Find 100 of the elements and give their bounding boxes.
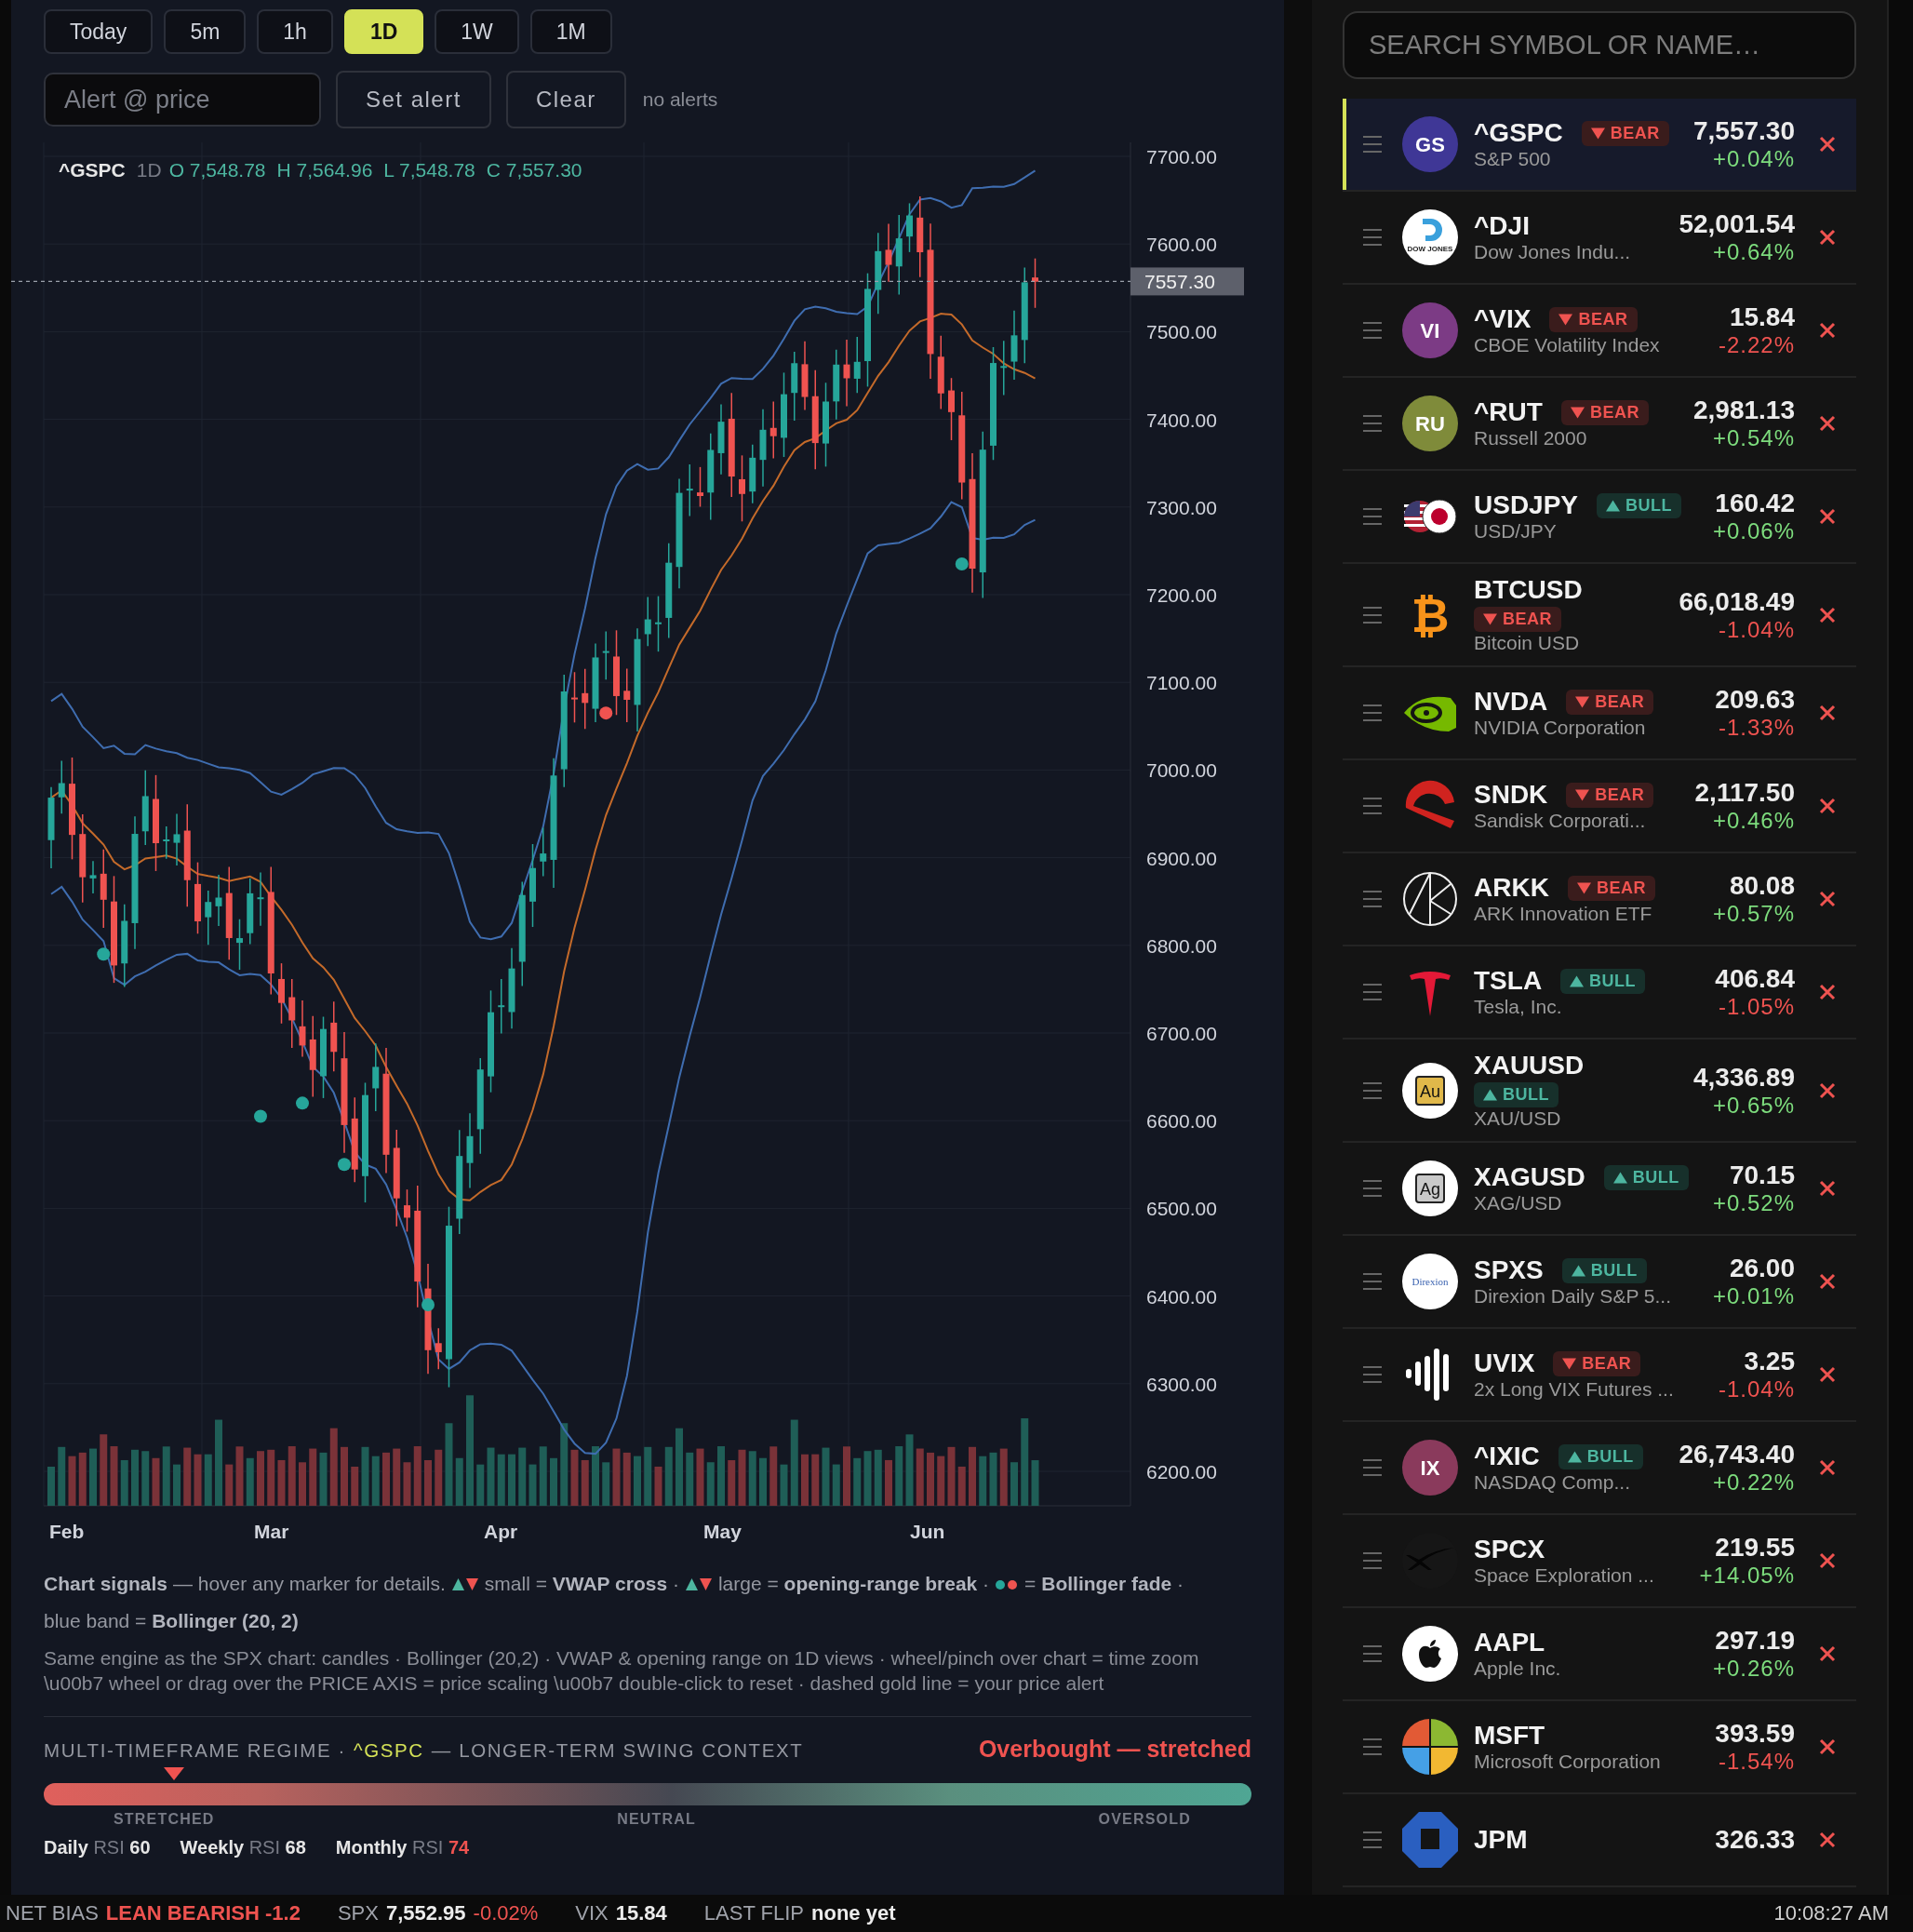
candle[interactable] <box>309 1015 316 1098</box>
candle[interactable] <box>686 463 693 517</box>
remove-button[interactable] <box>1819 891 1836 907</box>
candle[interactable] <box>111 875 117 984</box>
candle[interactable] <box>393 1129 400 1228</box>
candle[interactable] <box>1010 310 1018 381</box>
remove-button[interactable] <box>1819 984 1836 1000</box>
candle[interactable] <box>979 431 986 599</box>
candle[interactable] <box>717 403 725 476</box>
candle[interactable] <box>299 1000 306 1058</box>
candle[interactable] <box>498 978 505 1035</box>
watchlist-row[interactable]: TSLA BULL Tesla, Inc. 406.84 -1.05% <box>1343 946 1856 1040</box>
candle[interactable] <box>728 392 735 498</box>
candle[interactable] <box>173 812 181 866</box>
signal-marker[interactable] <box>599 706 613 720</box>
timeframe-tab[interactable]: 1h <box>257 9 333 54</box>
candle[interactable] <box>121 903 128 988</box>
candle[interactable] <box>540 826 547 878</box>
drag-handle-icon[interactable] <box>1363 984 1382 1000</box>
drag-handle-icon[interactable] <box>1363 508 1382 525</box>
drag-handle-icon[interactable] <box>1363 229 1382 246</box>
candle[interactable] <box>153 774 159 872</box>
candle[interactable] <box>707 433 715 521</box>
candle[interactable] <box>853 336 861 395</box>
candle[interactable] <box>697 466 703 508</box>
candle[interactable] <box>476 1057 484 1155</box>
search-field[interactable]: SEARCH SYMBOL OR NAME… <box>1343 11 1856 79</box>
remove-button[interactable] <box>1819 1459 1836 1476</box>
candle[interactable] <box>582 668 589 730</box>
candle[interactable] <box>58 759 65 814</box>
timeframe-tab[interactable]: 5m <box>164 9 247 54</box>
candle[interactable] <box>435 1327 442 1371</box>
drag-handle-icon[interactable] <box>1363 1552 1382 1569</box>
candle[interactable] <box>320 1015 327 1099</box>
watchlist-row[interactable]: DOW JONES ^DJI Dow Jones Indu... 52,001.54 +0.64% <box>1343 192 1856 285</box>
candle[interactable] <box>958 391 966 501</box>
drag-handle-icon[interactable] <box>1363 322 1382 339</box>
candle[interactable] <box>739 454 745 523</box>
candle[interactable] <box>414 1185 421 1308</box>
candle[interactable] <box>937 335 944 410</box>
candle[interactable] <box>225 865 233 960</box>
candle[interactable] <box>488 989 494 1093</box>
remove-button[interactable] <box>1819 704 1836 721</box>
drag-handle-icon[interactable] <box>1363 1645 1382 1662</box>
watchlist-row[interactable]: GS ^GSPC BEAR S&P 500 7,557.30 +0.04% <box>1343 99 1856 192</box>
drag-handle-icon[interactable] <box>1363 1081 1382 1099</box>
candle[interactable] <box>791 351 798 422</box>
candle[interactable] <box>215 874 222 927</box>
candle[interactable] <box>100 848 107 929</box>
candle[interactable] <box>592 642 599 723</box>
watchlist-row[interactable]: NVDA BEAR NVIDIA Corporation 209.63 -1.33% <box>1343 667 1856 760</box>
candle[interactable] <box>906 202 913 253</box>
candle[interactable] <box>288 978 296 1049</box>
signal-marker[interactable] <box>338 1158 351 1172</box>
remove-button[interactable] <box>1819 1081 1836 1099</box>
candle[interactable] <box>131 815 139 950</box>
remove-button[interactable] <box>1819 606 1836 624</box>
remove-button[interactable] <box>1819 1738 1836 1755</box>
watchlist-row[interactable]: VI ^VIX BEAR CBOE Volatility Index 15.84 -2.22% <box>1343 285 1856 378</box>
signal-marker[interactable] <box>97 947 111 961</box>
candle[interactable] <box>1000 340 1008 396</box>
candle[interactable] <box>676 477 683 589</box>
drag-handle-icon[interactable] <box>1363 1459 1382 1476</box>
candle[interactable] <box>550 758 557 889</box>
price-alert-field[interactable]: Alert @ price <box>44 73 321 127</box>
candle[interactable] <box>769 400 777 460</box>
signal-marker[interactable] <box>421 1298 435 1311</box>
candle[interactable] <box>895 214 903 296</box>
candle[interactable] <box>456 1129 463 1235</box>
candle[interactable] <box>236 919 243 971</box>
candle[interactable] <box>969 452 976 594</box>
candle[interactable] <box>257 871 264 927</box>
candle[interactable] <box>843 339 850 408</box>
candle[interactable] <box>665 542 673 639</box>
watchlist-row[interactable]: UVIX BEAR 2x Long VIX Futures ... 3.25 -1.04% <box>1343 1329 1856 1422</box>
candle[interactable] <box>69 757 75 861</box>
remove-button[interactable] <box>1819 1366 1836 1383</box>
timeframe-tab[interactable]: 1M <box>529 9 612 54</box>
drag-handle-icon[interactable] <box>1363 798 1382 814</box>
candle[interactable] <box>267 865 274 996</box>
alert-button[interactable]: Set alert <box>336 71 491 128</box>
watchlist-row[interactable]: ARKK BEAR ARK Innovation ETF 80.08 +0.57% <box>1343 853 1856 946</box>
candle[interactable] <box>885 222 892 283</box>
candle[interactable] <box>404 1188 410 1233</box>
watchlist-row[interactable]: RU ^RUT BEAR Russell 2000 2,981.13 +0.54% <box>1343 378 1856 471</box>
remove-button[interactable] <box>1819 1180 1836 1197</box>
drag-handle-icon[interactable] <box>1363 606 1382 624</box>
candle[interactable] <box>560 674 568 788</box>
candle[interactable] <box>875 232 882 315</box>
drag-handle-icon[interactable] <box>1363 1831 1382 1848</box>
drag-handle-icon[interactable] <box>1363 1738 1382 1755</box>
candle[interactable] <box>749 444 756 504</box>
candle[interactable] <box>466 1112 474 1189</box>
candle[interactable] <box>518 880 526 987</box>
candle[interactable] <box>781 371 787 458</box>
candle[interactable] <box>351 1096 358 1183</box>
candle[interactable] <box>634 627 641 732</box>
candle[interactable] <box>759 409 767 488</box>
timeframe-tab[interactable]: 1W <box>435 9 519 54</box>
candle[interactable] <box>529 843 536 928</box>
